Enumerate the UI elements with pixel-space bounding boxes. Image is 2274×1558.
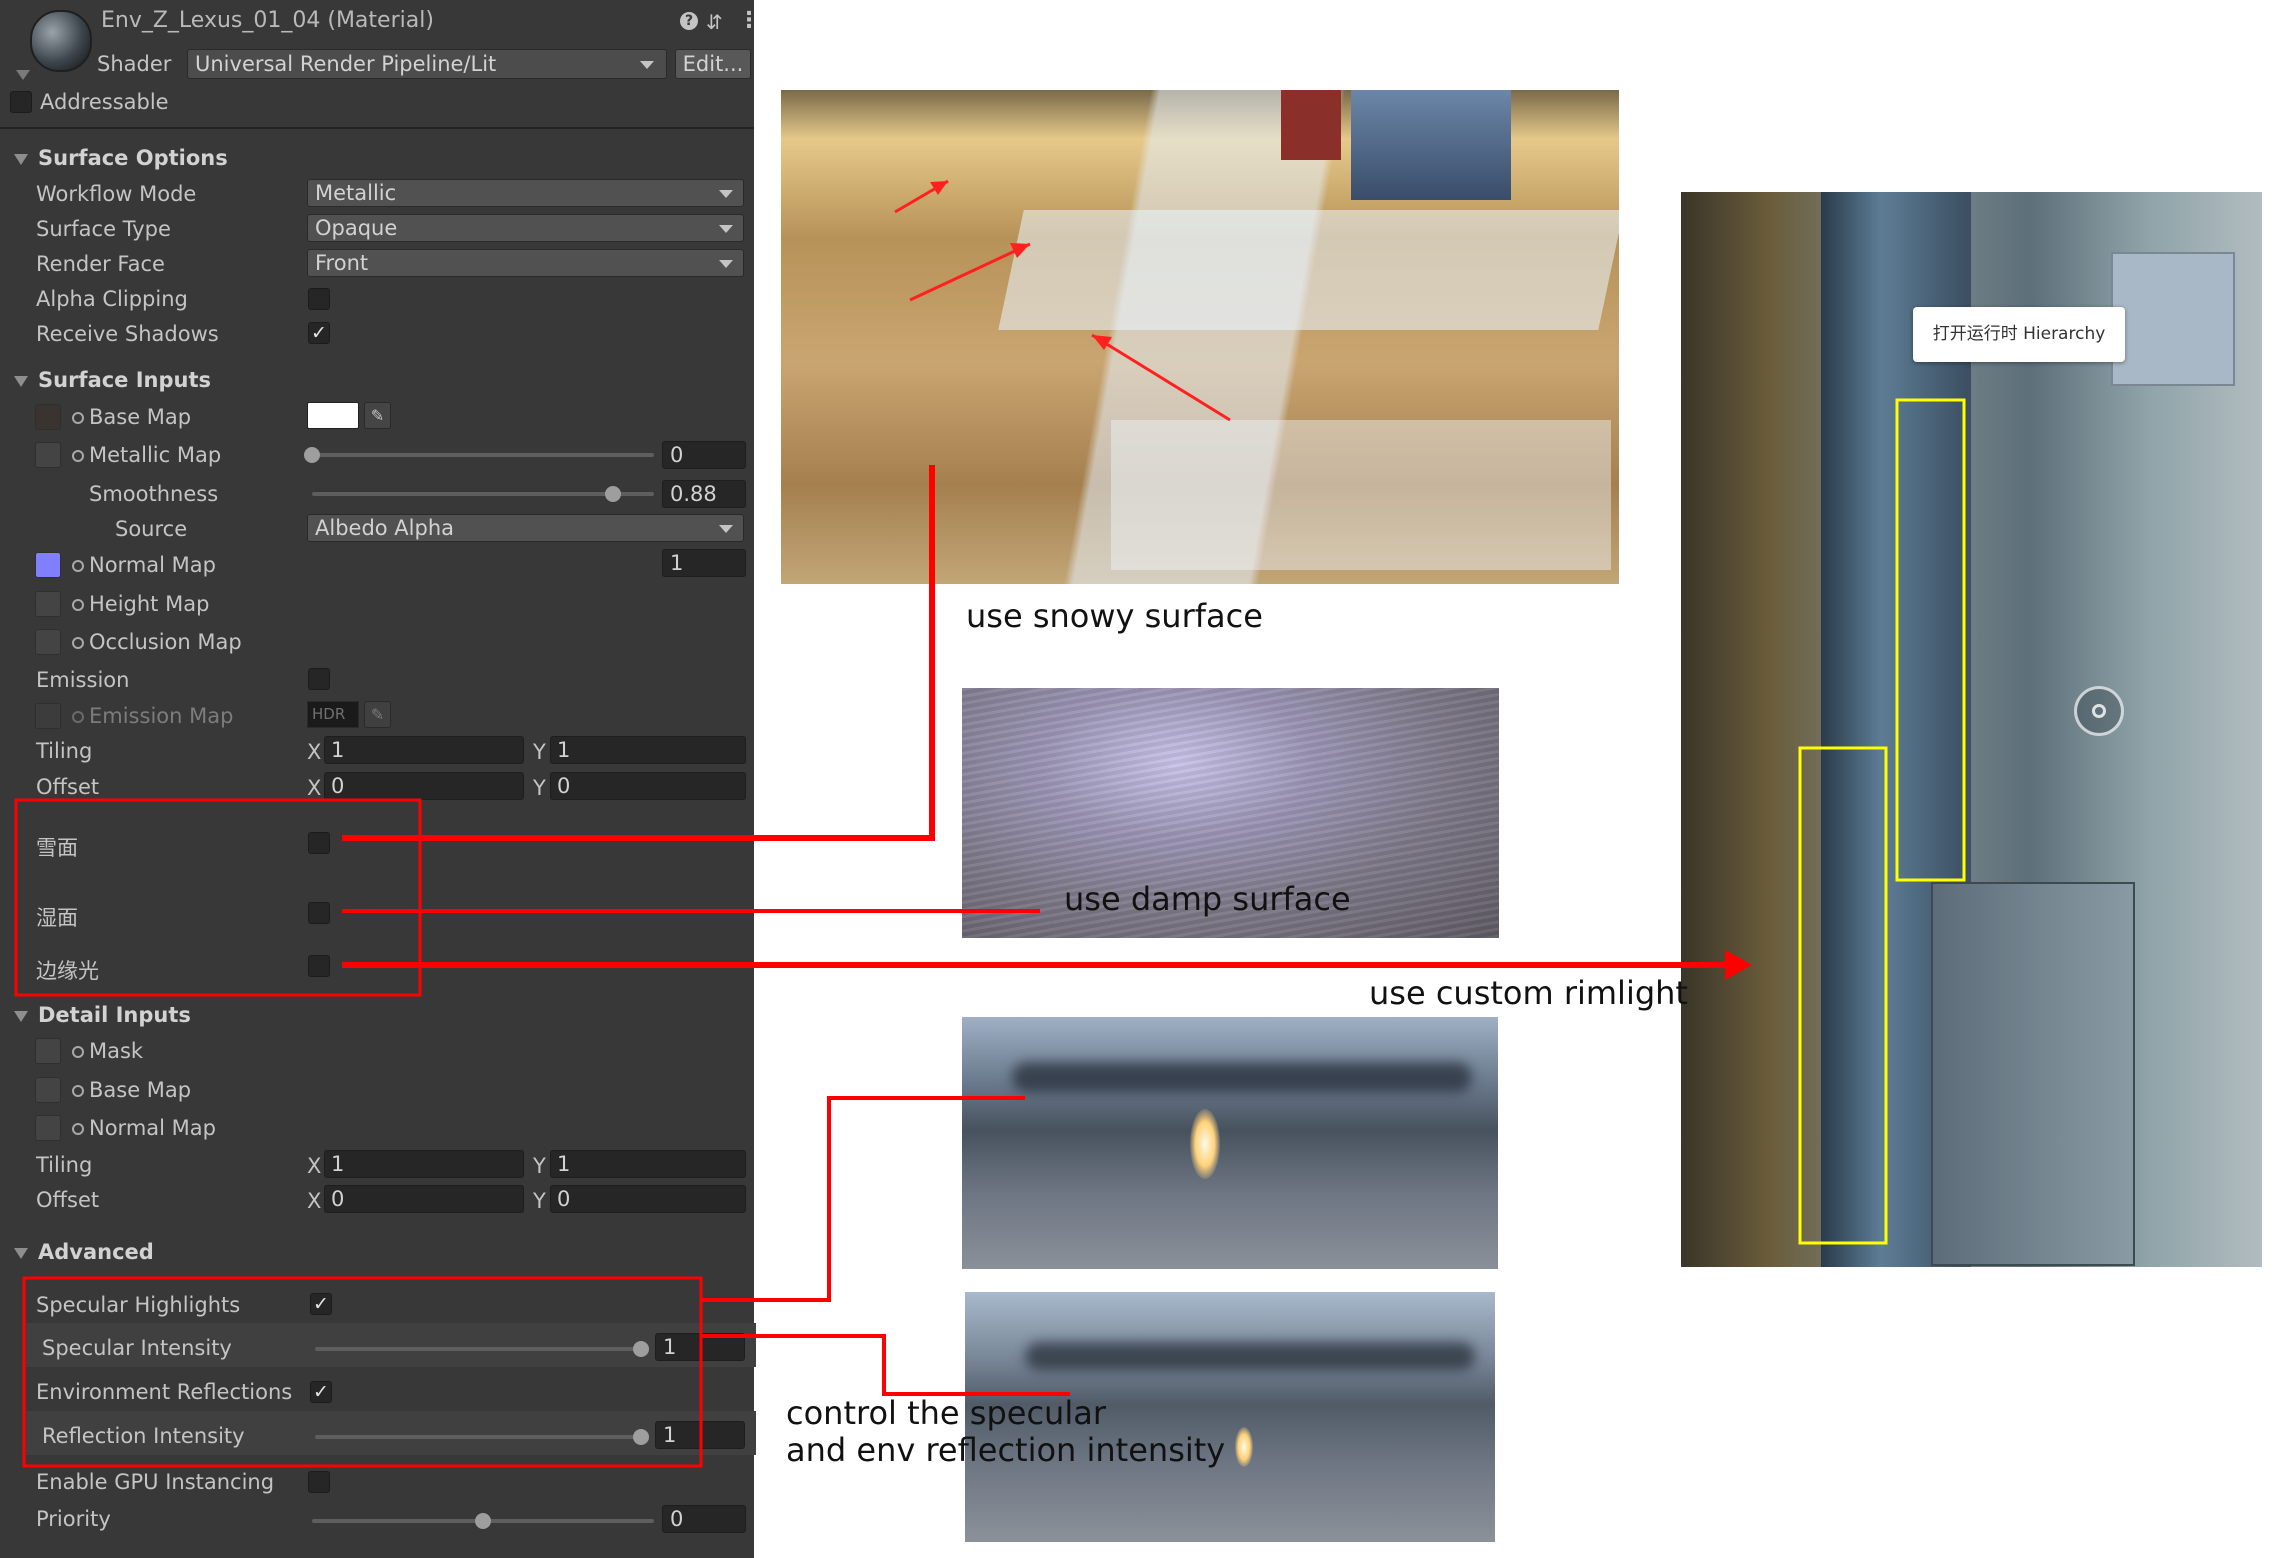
snowy-annotation: use snowy surface [966, 597, 1263, 635]
snow-arrow-3-head [1092, 335, 1112, 350]
snow-connector-line [342, 465, 935, 841]
snow-arrow-2 [909, 242, 1031, 302]
snow-arrow-1-head [930, 181, 948, 195]
rimlight-highlight-box-2 [1798, 746, 1888, 1245]
rimlight-annotation: use custom rimlight [1369, 974, 1688, 1012]
advanced-highlight-box [22, 1276, 703, 1468]
rimlight-highlight-box-1 [1895, 398, 1966, 882]
annotation-overlay [14, 179, 1966, 1468]
reflection-connector-line [701, 1334, 1070, 1396]
rimlight-arrow-head [1725, 950, 1752, 980]
specular-annotation-line2: and env reflection intensity [786, 1431, 1226, 1469]
damp-annotation: use damp surface [1064, 880, 1351, 918]
snow-arrow-3 [1091, 333, 1231, 422]
specular-connector-line [701, 1096, 1025, 1302]
specular-annotation-line1: control the specular [786, 1394, 1106, 1432]
